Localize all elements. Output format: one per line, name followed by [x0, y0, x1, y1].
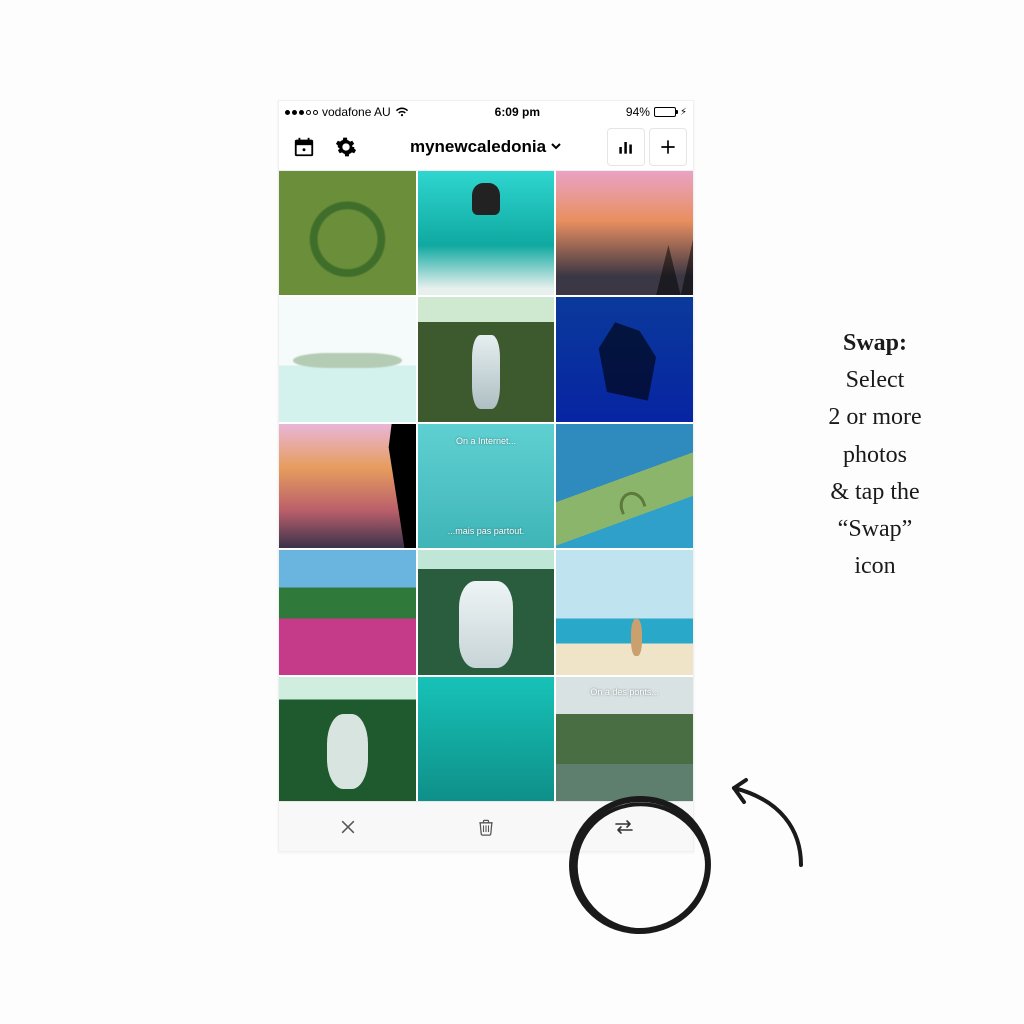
plus-icon: [658, 137, 678, 157]
charging-icon: ⚡︎: [680, 107, 687, 118]
grid-tile[interactable]: [556, 171, 693, 295]
statusbar-right: 94% ⚡︎: [626, 105, 687, 119]
annotation-line: icon: [770, 548, 980, 585]
annotation-line: 2 or more: [770, 399, 980, 436]
grid-tile[interactable]: [418, 677, 555, 801]
annotation-line: & tap the: [770, 474, 980, 511]
status-bar: vodafone AU 6:09 pm 94% ⚡︎: [279, 101, 693, 123]
annotation-text: Swap: Select 2 or more photos & tap the …: [770, 325, 980, 585]
grid-tile[interactable]: [556, 297, 693, 421]
wifi-icon: [395, 107, 409, 117]
add-button[interactable]: [649, 128, 687, 166]
close-button[interactable]: [279, 802, 417, 851]
chevron-down-icon: [550, 137, 562, 157]
close-icon: [338, 817, 358, 837]
battery-icon: [654, 107, 676, 117]
action-bar: [279, 801, 693, 851]
annotation-title: Swap:: [770, 325, 980, 362]
username-label: mynewcaledonia: [410, 137, 546, 157]
annotation-arrow: [706, 770, 816, 880]
grid-tile[interactable]: [418, 297, 555, 421]
swap-icon: [612, 818, 636, 836]
stats-button[interactable]: [607, 128, 645, 166]
grid-tile[interactable]: On a des ponts...: [556, 677, 693, 801]
phone-frame: vodafone AU 6:09 pm 94% ⚡︎ mynewcaledoni…: [278, 100, 694, 852]
swap-button[interactable]: [555, 802, 693, 851]
tile-caption: ...mais pas partout.: [418, 526, 555, 536]
app-header: mynewcaledonia: [279, 123, 693, 171]
grid-tile[interactable]: [279, 550, 416, 674]
grid-tile[interactable]: [279, 677, 416, 801]
calendar-button[interactable]: [285, 128, 323, 166]
grid-tile[interactable]: [418, 171, 555, 295]
delete-button[interactable]: [417, 802, 555, 851]
battery-percent-label: 94%: [626, 105, 650, 119]
tile-caption: On a des ponts...: [556, 687, 693, 697]
photo-grid: On a Internet... ...mais pas partout. On…: [279, 171, 693, 801]
grid-tile[interactable]: On a Internet... ...mais pas partout.: [418, 424, 555, 548]
grid-tile[interactable]: [279, 424, 416, 548]
username-dropdown[interactable]: mynewcaledonia: [369, 137, 603, 157]
settings-button[interactable]: [327, 128, 365, 166]
grid-tile[interactable]: [279, 297, 416, 421]
statusbar-left: vodafone AU: [285, 105, 409, 119]
annotation-line: photos: [770, 437, 980, 474]
bar-chart-icon: [616, 137, 636, 157]
grid-tile[interactable]: [418, 550, 555, 674]
calendar-icon: [293, 136, 315, 158]
signal-strength-icon: [285, 110, 318, 115]
grid-tile[interactable]: [556, 424, 693, 548]
annotation-line: “Swap”: [770, 511, 980, 548]
gear-icon: [335, 136, 357, 158]
carrier-label: vodafone AU: [322, 105, 391, 119]
annotation-line: Select: [770, 362, 980, 399]
grid-tile[interactable]: [556, 550, 693, 674]
clock-label: 6:09 pm: [495, 105, 540, 119]
grid-tile[interactable]: [279, 171, 416, 295]
trash-icon: [476, 816, 496, 838]
tile-caption: On a Internet...: [418, 436, 555, 446]
